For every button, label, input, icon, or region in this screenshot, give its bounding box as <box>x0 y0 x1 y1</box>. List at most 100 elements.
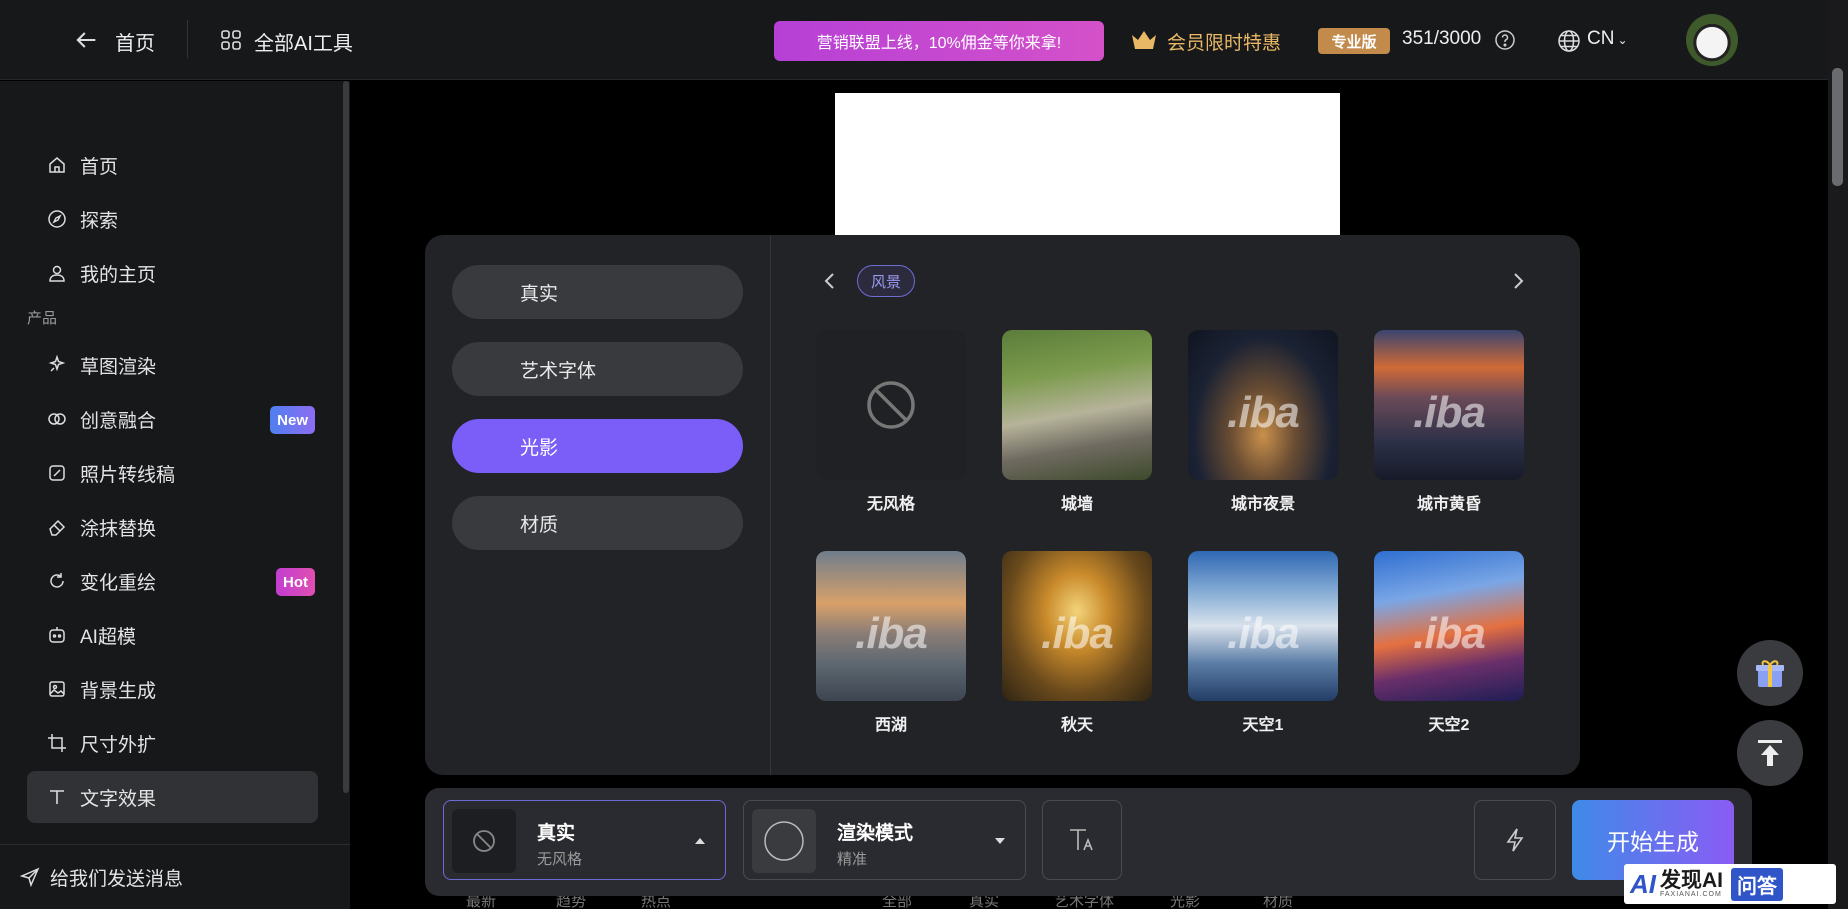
refresh-icon <box>50 573 64 588</box>
sidebar-item-label: 涂抹替换 <box>80 518 157 540</box>
sidebar-item-label: 变化重绘 <box>80 572 157 594</box>
sidebar-item-label: 尺寸外扩 <box>80 734 157 756</box>
quick-mode-button[interactable] <box>1474 800 1556 880</box>
help-icon[interactable] <box>1494 29 1516 51</box>
lightning-icon <box>1506 828 1524 852</box>
promo-banner[interactable]: 营销联盟上线，10%佣金等你来拿! <box>774 21 1104 61</box>
style-thumb <box>452 809 516 873</box>
category-art-font[interactable]: 艺术字体 <box>452 342 743 396</box>
watermark-text: .iba <box>855 609 928 658</box>
top-bar: 首页 全部AI工具 营销联盟上线，10%佣金等你来拿! 会员限时特惠 专业版 3… <box>0 0 1828 80</box>
sidebar-item-label: 首页 <box>80 156 119 178</box>
sidebar-item-ai-model[interactable]: AI超模 <box>27 609 318 661</box>
sidebar-item-creative-fusion[interactable]: 创意融合 New <box>27 393 318 445</box>
grid-icon[interactable] <box>220 29 242 51</box>
sidebar-item-label: 背景生成 <box>80 680 157 702</box>
sidebar-item-label: 草图渲染 <box>80 356 157 378</box>
sidebar-item-label: 创意融合 <box>80 410 157 432</box>
style-card-west-lake[interactable]: .iba <box>816 551 966 701</box>
watermark-badge: 问答 <box>1731 867 1783 901</box>
watermark-logo: AI <box>1630 868 1656 899</box>
style-label: 无风格 <box>866 496 915 513</box>
style-label: 城市黄昏 <box>1416 496 1481 513</box>
category-material[interactable]: 材质 <box>452 496 743 550</box>
sidebar-scrollbar[interactable] <box>343 81 349 793</box>
no-style-icon <box>473 830 495 852</box>
style-card-sky1[interactable]: .iba <box>1188 551 1338 701</box>
category-realistic[interactable]: 真实 <box>452 265 743 319</box>
divider <box>187 20 188 58</box>
crown-icon <box>1132 31 1156 49</box>
watermark-text: .iba <box>1413 388 1486 437</box>
sidebar-item-text-effect[interactable]: 文字效果 <box>27 771 318 823</box>
sidebar-item-label: 文字效果 <box>80 788 157 810</box>
sidebar-item-label: 我的主页 <box>80 264 157 286</box>
member-offer-link[interactable]: 会员限时特惠 <box>1167 28 1281 55</box>
scrollbar-thumb[interactable] <box>1832 68 1843 186</box>
back-to-top-button[interactable] <box>1737 720 1803 786</box>
all-tools-link[interactable]: 全部AI工具 <box>254 27 353 56</box>
sidebar-item-label: 照片转线稿 <box>80 464 176 486</box>
eraser-icon <box>49 519 66 536</box>
sidebar-item-background-gen[interactable]: 背景生成 <box>27 663 318 715</box>
style-card-sky2[interactable]: .iba <box>1374 551 1524 701</box>
sidebar-item-label: 探索 <box>80 210 119 232</box>
blend-icon <box>48 413 66 425</box>
user-icon <box>49 265 65 282</box>
filter-chip-scenery[interactable]: 风景 <box>857 265 916 297</box>
style-card-autumn[interactable]: .iba <box>1002 551 1152 701</box>
font-size-icon <box>1070 829 1093 851</box>
style-selector[interactable]: 真实 无风格 <box>443 800 726 880</box>
avatar[interactable] <box>1686 14 1738 66</box>
bottom-toolbar: 真实 无风格 渲染模式 精准 开始生成 <box>425 788 1752 896</box>
sparkle-brush-icon <box>48 355 66 372</box>
chevron-left-icon[interactable] <box>818 269 842 293</box>
style-label: 城墙 <box>1060 496 1093 513</box>
caret-up-icon <box>695 838 705 844</box>
sidebar-item-photo-to-line[interactable]: 照片转线稿 <box>27 447 318 499</box>
sidebar: 首页 探索 我的主页 产品 草图渲染 创意融合 New 照片转线稿 涂抹替换 变… <box>0 81 350 909</box>
sidebar-item-sketch-render[interactable]: 草图渲染 <box>27 339 318 391</box>
sidebar-item-explore[interactable]: 探索 <box>27 193 318 245</box>
style-card-city-dusk[interactable]: .iba <box>1374 330 1524 480</box>
back-arrow-icon[interactable] <box>72 26 100 54</box>
style-selector-title: 真实 <box>537 823 576 844</box>
feedback-link[interactable]: 给我们发送消息 <box>0 844 350 909</box>
watermark-site: FAXIANAI.COM <box>1660 891 1722 898</box>
globe-icon[interactable] <box>1556 28 1582 54</box>
watermark-title: 发现AI <box>1660 869 1723 892</box>
no-style-icon <box>867 381 915 429</box>
sidebar-item-home[interactable]: 首页 <box>27 139 318 191</box>
style-card-city-night[interactable]: .iba <box>1188 330 1338 480</box>
panel-divider <box>770 235 771 775</box>
sidebar-item-profile[interactable]: 我的主页 <box>27 247 318 299</box>
text-settings-button[interactable] <box>1042 800 1122 880</box>
home-link[interactable]: 首页 <box>115 27 155 56</box>
page-scrollbar[interactable] <box>1828 0 1848 909</box>
gift-button[interactable] <box>1737 640 1803 706</box>
category-light-shadow[interactable]: 光影 <box>452 419 743 473</box>
style-card-city-wall[interactable] <box>1002 330 1152 480</box>
watermark-text: .iba <box>1413 609 1486 658</box>
sidebar-item-variation-redraw[interactable]: 变化重绘 Hot <box>27 555 318 607</box>
text-icon <box>50 790 64 804</box>
image-icon <box>49 681 65 697</box>
canvas-preview[interactable] <box>835 93 1340 235</box>
new-badge: New <box>270 406 315 434</box>
style-label: 天空2 <box>1428 717 1470 734</box>
robot-icon <box>49 627 65 643</box>
render-mode-title: 渲染模式 <box>837 823 914 844</box>
sidebar-item-erase-replace[interactable]: 涂抹替换 <box>27 501 318 553</box>
language-select[interactable]: CN ⌄ <box>1587 28 1628 50</box>
edit-square-icon <box>49 465 65 481</box>
home-icon <box>49 157 65 173</box>
style-card-none[interactable] <box>816 330 966 480</box>
style-selector-sub: 无风格 <box>537 851 583 868</box>
chevron-right-icon[interactable] <box>1506 269 1530 293</box>
chevron-down-icon: ⌄ <box>1617 33 1628 47</box>
sidebar-item-outpaint[interactable]: 尺寸外扩 <box>27 717 318 769</box>
style-label: 城市夜景 <box>1230 496 1295 513</box>
style-label: 西湖 <box>874 717 907 734</box>
render-mode-selector[interactable]: 渲染模式 精准 <box>743 800 1026 880</box>
mode-thumb <box>752 809 816 873</box>
